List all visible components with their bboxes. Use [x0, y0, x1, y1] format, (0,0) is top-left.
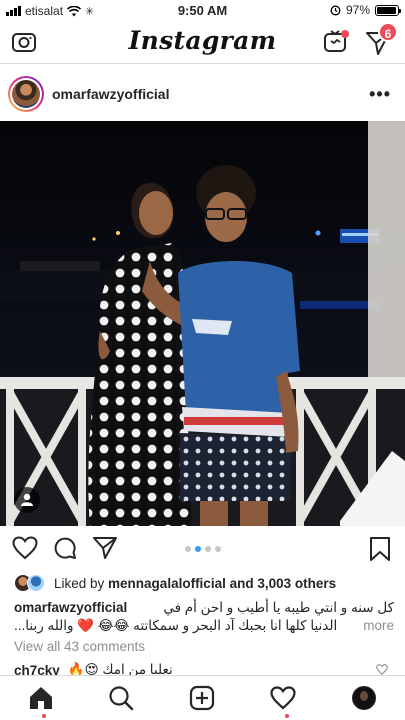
- alarm-icon: [330, 5, 341, 15]
- caption-more-link[interactable]: more: [363, 617, 394, 635]
- caption-line-2: الدنيا كلها انا بحبك آد البحر و سمكاتته …: [14, 618, 338, 633]
- header-divider: [0, 63, 405, 64]
- likes-line[interactable]: Liked by mennagalalofficial and 3,003 ot…: [14, 573, 336, 593]
- app-header: Instagram 6: [0, 22, 405, 62]
- carousel-dot: [194, 546, 201, 552]
- battery-percent: 97%: [345, 3, 370, 17]
- new-post-icon[interactable]: [189, 685, 215, 711]
- post-username[interactable]: omarfawzyofficial: [52, 86, 169, 102]
- battery-fill: [377, 6, 397, 14]
- avatar: [12, 80, 40, 108]
- profile-icon[interactable]: [352, 686, 376, 710]
- activity-notification-dot: [285, 714, 289, 718]
- view-all-comments-link[interactable]: View all 43 comments: [14, 639, 145, 654]
- post-photo[interactable]: [0, 121, 405, 526]
- comment-like-icon[interactable]: [376, 664, 388, 675]
- igtv-icon[interactable]: [322, 27, 350, 55]
- avatar: [27, 574, 45, 592]
- home-icon[interactable]: [28, 685, 54, 711]
- status-bar: etisalat ✳ 9:50 AM 97%: [0, 0, 405, 22]
- liker-avatars: [14, 574, 48, 592]
- post-header: omarfawzyofficial •••: [0, 70, 405, 118]
- carousel-dot: [184, 546, 191, 552]
- caption-line-1: كل سنه و انتي طيبه يا أطيب و احن أم في: [163, 600, 394, 615]
- carousel-indicator: [0, 546, 405, 552]
- story-ring-avatar[interactable]: [8, 76, 44, 112]
- tagged-people-icon[interactable]: [14, 487, 40, 513]
- more-options-icon[interactable]: •••: [369, 84, 391, 105]
- post-caption: omarfawzyofficial كل سنه و انتي طيبه يا …: [14, 599, 394, 635]
- search-icon[interactable]: [108, 685, 134, 711]
- home-notification-dot: [42, 714, 46, 718]
- battery-icon: [375, 4, 401, 16]
- activity-icon[interactable]: [270, 686, 296, 710]
- bottom-tab-bar: [0, 675, 405, 720]
- carousel-dot: [204, 546, 211, 552]
- likes-count[interactable]: and 3,003 others: [226, 576, 337, 591]
- carousel-dot: [214, 546, 221, 552]
- status-right: 97%: [330, 3, 401, 17]
- dm-count-badge: 6: [378, 22, 398, 42]
- liker-username[interactable]: mennagalalofficial: [108, 576, 226, 591]
- likes-prefix: Liked by: [54, 575, 109, 591]
- photo-illustration: [0, 121, 405, 526]
- caption-username[interactable]: omarfawzyofficial: [14, 599, 127, 617]
